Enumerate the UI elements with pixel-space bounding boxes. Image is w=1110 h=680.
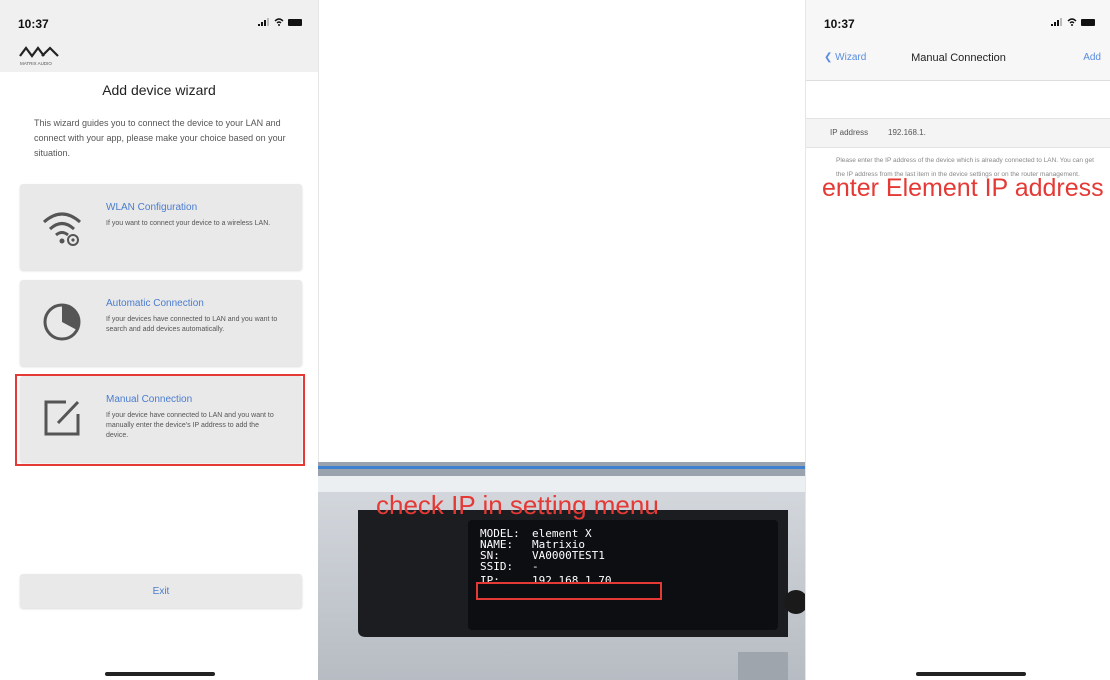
battery-icon bbox=[288, 18, 302, 26]
status-bar: 10:37 bbox=[0, 0, 318, 40]
ip-address-label: IP address bbox=[830, 128, 869, 137]
home-indicator bbox=[105, 672, 215, 676]
page-title: Manual Connection bbox=[911, 52, 1006, 64]
card-title: WLAN Configuration bbox=[106, 202, 198, 213]
lcd-value: VA0000TEST1 bbox=[532, 549, 605, 562]
page-title: Add device wizard bbox=[102, 82, 216, 98]
exit-button[interactable]: Exit bbox=[20, 574, 302, 608]
wifi-icon bbox=[1067, 18, 1077, 26]
status-time: 10:37 bbox=[824, 17, 855, 31]
wlan-configuration-card[interactable]: WLAN Configuration If you want to connec… bbox=[20, 184, 302, 270]
lcd-key: SSID: bbox=[480, 560, 514, 573]
matrix-audio-logo: MATRIX AUDIO bbox=[19, 46, 59, 66]
ip-address-input[interactable]: 192.168.1. bbox=[888, 128, 926, 137]
brand-text: MATRIX AUDIO bbox=[20, 61, 52, 66]
add-button[interactable]: Add bbox=[1083, 52, 1101, 63]
device-photo: check IP in setting menu MODEL: element X… bbox=[318, 462, 805, 680]
status-time: 10:37 bbox=[18, 17, 49, 31]
right-phone-screen: 10:37 ❮ Wizard Manual Connection Add IP … bbox=[805, 0, 1110, 680]
wifi-icon bbox=[274, 18, 284, 26]
signal-icon bbox=[258, 18, 269, 26]
lcd-row-ssid: SSID: - bbox=[480, 561, 611, 572]
brand-bar: MATRIX AUDIO bbox=[0, 40, 318, 72]
ip-highlight-box bbox=[476, 582, 662, 600]
overlay-caption: enter Element IP address bbox=[822, 174, 1104, 202]
ip-address-field[interactable]: IP address 192.168.1. bbox=[806, 118, 1110, 148]
nav-bar: ❮ Wizard Manual Connection Add bbox=[806, 40, 1110, 81]
pie-icon bbox=[43, 303, 81, 341]
wizard-intro: This wizard guides you to connect the de… bbox=[34, 118, 286, 158]
left-phone-screen: 10:37 MATRIX AUDIO Add device wizard Thi… bbox=[0, 0, 319, 680]
signal-icon bbox=[1051, 18, 1062, 26]
lcd-value: - bbox=[532, 560, 539, 573]
status-bar: 10:37 bbox=[806, 0, 1110, 40]
card-title: Automatic Connection bbox=[106, 298, 204, 309]
battery-icon bbox=[1081, 18, 1095, 26]
photo-caption: check IP in setting menu bbox=[376, 490, 659, 520]
card-description: If you want to connect your device to a … bbox=[106, 220, 271, 227]
wifi-gear-icon bbox=[43, 212, 81, 246]
card-description: If your devices have connected to LAN an… bbox=[106, 316, 278, 333]
system-icons bbox=[1051, 18, 1095, 26]
home-indicator bbox=[916, 672, 1026, 676]
manual-connection-highlight bbox=[15, 374, 305, 466]
device-lcd-readout: MODEL: element X NAME: Matrixio SN: VA0000T… bbox=[480, 528, 611, 586]
system-icons bbox=[258, 18, 302, 26]
automatic-connection-card[interactable]: Automatic Connection If your devices hav… bbox=[20, 280, 302, 366]
